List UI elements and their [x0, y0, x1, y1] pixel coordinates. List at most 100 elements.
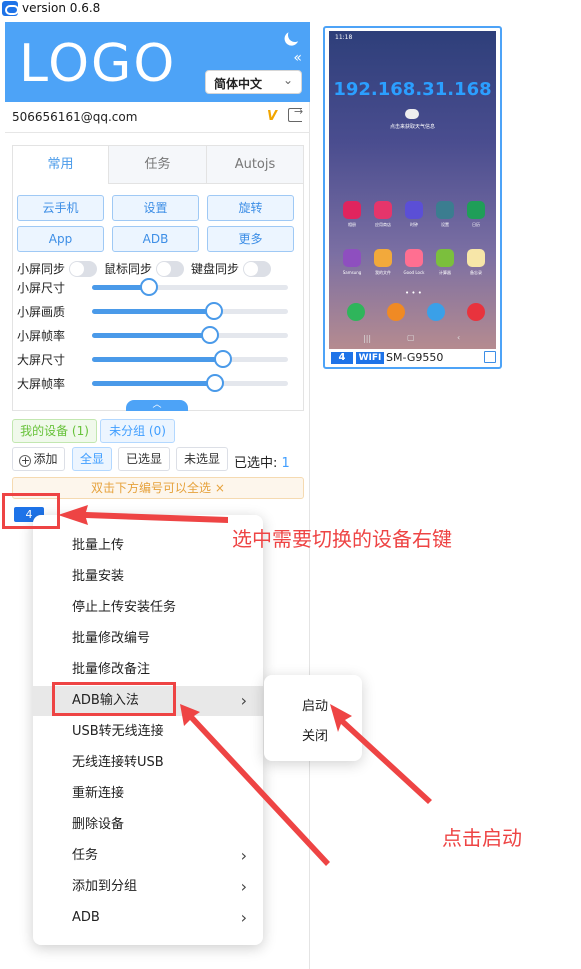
group-ungrouped[interactable]: 未分组 (0) [100, 419, 175, 443]
collapse-icon[interactable]: « [293, 50, 302, 66]
collapse-handle[interactable]: ︿ [126, 400, 188, 411]
show-unselected-button[interactable]: 未选显 [176, 447, 228, 471]
moon-icon[interactable] [287, 27, 303, 43]
context-menu-item-label: 任务 [72, 848, 99, 863]
context-menu-item-label: 添加到分组 [72, 879, 138, 894]
slider-track[interactable] [92, 374, 288, 392]
chevron-down-icon: ⌄ [282, 73, 293, 87]
app-icon[interactable] [405, 249, 423, 267]
tab-tasks[interactable]: 任务 [109, 146, 206, 184]
chevron-right-icon: › [240, 691, 247, 710]
context-menu-item-label: 批量修改编号 [72, 631, 151, 646]
add-device-button[interactable]: + 添加 [12, 447, 65, 471]
slider-fill [92, 357, 224, 362]
selected-label: 已选中: [234, 456, 278, 471]
dock-app-icon[interactable] [427, 303, 445, 321]
app-icon[interactable] [405, 201, 423, 219]
settings-button[interactable]: 设置 [112, 195, 199, 221]
context-menu-item[interactable]: ADB › [33, 903, 263, 933]
page-dots: • • • [405, 289, 422, 297]
tab-autojs[interactable]: Autojs [206, 146, 303, 184]
context-menu: 批量上传 批量安装 停止上传安装任务 批量修改编号 批量修改备注 ADB输入法 › USB转无… [33, 515, 263, 945]
slider-thumb[interactable] [204, 302, 223, 320]
highlight-adb-ime [52, 682, 176, 716]
logout-icon[interactable] [288, 105, 303, 122]
small-screen-sync-switch[interactable] [69, 261, 97, 277]
slider-track[interactable] [92, 350, 288, 368]
more-button[interactable]: 更多 [207, 226, 294, 252]
show-all-button[interactable]: 全显 [72, 447, 112, 471]
app-button[interactable]: App [17, 226, 104, 252]
expand-icon[interactable] [484, 351, 496, 363]
context-menu-item[interactable]: 批量安装 [33, 562, 263, 592]
mouse-sync-switch[interactable] [156, 261, 184, 277]
slider-fill [92, 333, 210, 338]
app-icon[interactable] [436, 201, 454, 219]
context-menu-item[interactable]: 无线连接转USB [33, 748, 263, 778]
back-icon: ‹ [457, 333, 461, 342]
app-icon [2, 1, 19, 16]
panel-header: LOGO « 简体中文 ⌄ [5, 22, 310, 102]
hint-text: 双击下方编号可以全选 [91, 481, 212, 495]
context-menu-item[interactable]: 任务 › [33, 841, 263, 871]
phone-preview[interactable]: 11:18 192.168.31.168 点击来获取天气信息 • • • |||… [323, 26, 502, 369]
slider-label: 小屏帧率 [17, 329, 66, 343]
close-icon[interactable]: × [215, 481, 225, 495]
slider-fill [92, 309, 214, 314]
context-menu-item[interactable]: 批量修改备注 [33, 655, 263, 685]
show-selected-button[interactable]: 已选显 [118, 447, 170, 471]
cloud-phone-button[interactable]: 云手机 [17, 195, 104, 221]
context-menu-item[interactable]: 删除设备 [33, 810, 263, 840]
dock-app-icon[interactable] [347, 303, 365, 321]
app-icon[interactable] [374, 201, 392, 219]
keyboard-sync-switch[interactable] [243, 261, 271, 277]
keyboard-sync-label: 键盘同步 [191, 262, 240, 276]
slider-label: 小屏画质 [17, 305, 66, 319]
annotation-right-click: 选中需要切换的设备右键 [232, 527, 452, 551]
dock-app-icon[interactable] [387, 303, 405, 321]
rotate-button[interactable]: 旋转 [207, 195, 294, 221]
app-label: 我的文件 [375, 270, 391, 275]
context-menu-item-label: 重新连接 [72, 786, 125, 801]
slider-track[interactable] [92, 326, 288, 344]
selected-count: 已选中: 1 [234, 452, 290, 471]
group-my-devices[interactable]: 我的设备 (1) [12, 419, 97, 443]
vip-icon[interactable]: V [267, 109, 277, 124]
phone-screen[interactable]: 11:18 192.168.31.168 点击来获取天气信息 • • • |||… [329, 31, 496, 349]
slider-track[interactable] [92, 302, 288, 320]
small-screen-sync-label: 小屏同步 [17, 262, 66, 276]
context-menu-item-label: 删除设备 [72, 817, 125, 832]
app-icon[interactable] [343, 249, 361, 267]
slider-label: 大屏帧率 [17, 377, 66, 391]
context-menu-item[interactable]: 停止上传安装任务 [33, 593, 263, 623]
status-time: 11:18 [335, 34, 353, 41]
tab-common[interactable]: 常用 [13, 146, 109, 184]
slider-track[interactable] [92, 278, 288, 296]
context-menu-item[interactable]: 重新连接 [33, 779, 263, 809]
app-icon[interactable] [374, 249, 392, 267]
context-menu-item[interactable]: USB转无线连接 [33, 717, 263, 747]
phone-navbar: ||| ▢ ‹ [329, 331, 496, 349]
tab-panel: 常用 任务 Autojs [12, 145, 304, 411]
adb-button[interactable]: ADB [112, 226, 199, 252]
app-icon[interactable] [467, 201, 485, 219]
highlight-device-tag [2, 493, 60, 529]
context-menu-item-label: ADB [72, 910, 100, 925]
context-menu-item[interactable]: 批量上传 [33, 531, 263, 561]
app-icon[interactable] [343, 201, 361, 219]
app-icon[interactable] [436, 249, 454, 267]
phone-ip: 192.168.31.168 [333, 79, 492, 100]
submenu-close[interactable]: 关闭 [302, 725, 328, 744]
slider-thumb[interactable] [200, 326, 219, 344]
context-menu-item[interactable]: 添加到分组 › [33, 872, 263, 902]
app-icon[interactable] [467, 249, 485, 267]
slider-thumb[interactable] [139, 278, 158, 296]
phone-model: SM-G9550 [386, 351, 444, 364]
weather-text: 点击来获取天气信息 [389, 124, 435, 130]
dock-app-icon[interactable] [467, 303, 485, 321]
submenu-start[interactable]: 启动 [302, 695, 328, 714]
language-value: 简体中文 [214, 77, 263, 91]
context-menu-item-label: 批量上传 [72, 538, 125, 553]
context-menu-item[interactable]: 批量修改编号 [33, 624, 263, 654]
language-select[interactable]: 简体中文 ⌄ [205, 70, 302, 94]
